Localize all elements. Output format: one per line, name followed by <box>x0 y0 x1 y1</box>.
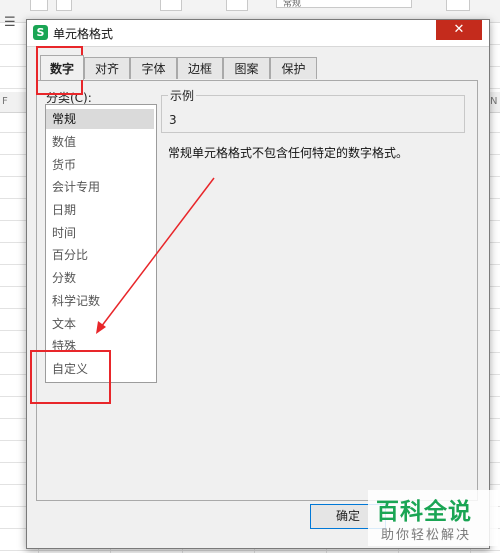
annotation-arrow <box>96 177 215 334</box>
arrow-line <box>100 177 215 328</box>
watermark-subtitle: 助你轻松解决 <box>381 528 472 543</box>
watermark-title: 百科全说 <box>376 499 472 525</box>
tab-number[interactable]: 数字 <box>40 55 84 80</box>
watermark: 百科全说 助你轻松解决 <box>368 490 498 546</box>
